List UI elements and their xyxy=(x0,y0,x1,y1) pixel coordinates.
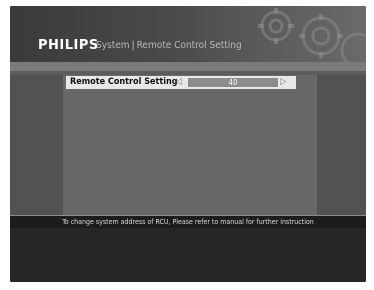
left-side-panel xyxy=(10,75,63,215)
header-bar: PHILIPS System | Remote Control Setting xyxy=(10,6,366,62)
breadcrumb: System | Remote Control Setting xyxy=(96,40,242,51)
philips-logo: PHILIPS xyxy=(38,38,99,53)
breadcrumb-remote-control-setting: Remote Control Setting xyxy=(136,40,242,51)
breadcrumb-separator: | xyxy=(131,40,135,51)
info-bar: To change system address of RCU, Please … xyxy=(10,215,366,228)
value-selector[interactable]: 40 xyxy=(188,78,278,87)
divider-band xyxy=(10,62,366,71)
bottom-area xyxy=(10,228,366,282)
setting-value: 40 xyxy=(228,78,238,87)
setting-label: Remote Control Setting xyxy=(70,77,178,87)
tv-screen: PHILIPS System | Remote Control Setting Re… xyxy=(10,6,366,282)
info-message: To change system address of RCU, Please … xyxy=(62,218,314,226)
arrow-left-icon[interactable]: ◁ xyxy=(176,76,182,89)
arrow-right-icon[interactable]: ▷ xyxy=(280,76,286,89)
settings-panel xyxy=(63,75,317,215)
right-side-panel xyxy=(317,75,366,215)
breadcrumb-system: System xyxy=(96,40,130,51)
gears-decoration xyxy=(258,8,366,62)
remote-control-setting-row[interactable]: Remote Control Setting ◁ 40 ▷ xyxy=(66,76,296,89)
